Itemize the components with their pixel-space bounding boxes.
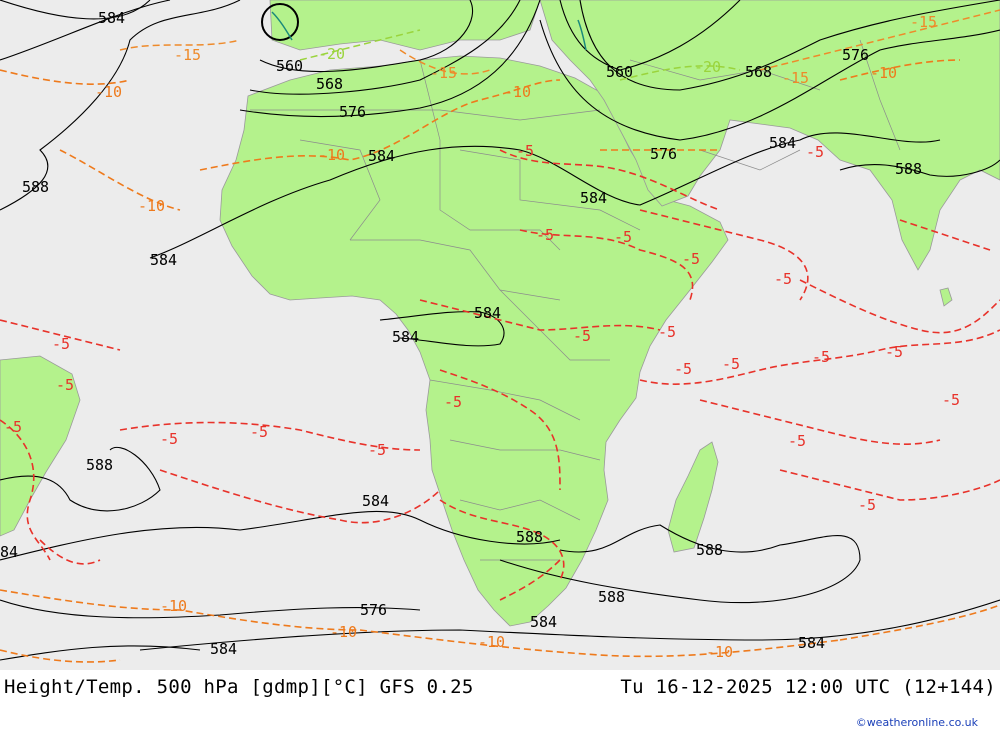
height-label: 584	[392, 328, 419, 346]
temp-label: -5	[573, 327, 591, 345]
temp-label: -5	[788, 432, 806, 450]
height-label: 560	[606, 63, 633, 81]
temp-label: -5	[444, 393, 462, 411]
height-label: 588	[598, 588, 625, 606]
temp-label: -5	[250, 423, 268, 441]
height-label: 584	[769, 134, 796, 152]
temp-label: -10	[870, 64, 897, 82]
height-label: 576	[842, 46, 869, 64]
height-label: 588	[86, 456, 113, 474]
temp-label: -5	[4, 418, 22, 436]
temp-label: -15	[174, 46, 201, 64]
height-label: 576	[339, 103, 366, 121]
temp-label: -5	[52, 335, 70, 353]
temp-label: -5	[942, 391, 960, 409]
temp-label: -20	[318, 45, 345, 63]
map-panel: 584 560 568 576 584 576 584 588 584 584 …	[0, 0, 1000, 670]
height-label: 584	[580, 189, 607, 207]
credit-link[interactable]: ©weatheronline.co.uk	[856, 716, 978, 729]
temp-label: -15	[910, 13, 937, 31]
height-label: 576	[360, 601, 387, 619]
temp-label: -10	[478, 633, 505, 651]
temp-label: -5	[516, 142, 534, 160]
height-label: 588	[895, 160, 922, 178]
height-label: 588	[22, 178, 49, 196]
height-label: 584	[798, 634, 825, 652]
height-label: 576	[650, 145, 677, 163]
height-label: 568	[316, 75, 343, 93]
temp-label: -5	[160, 430, 178, 448]
temp-label: -10	[706, 643, 733, 661]
temp-label: -5	[774, 270, 792, 288]
height-label: 584	[530, 613, 557, 631]
temp-label: -5	[56, 376, 74, 394]
height-label: 584	[210, 640, 237, 658]
temp-label: -5	[674, 360, 692, 378]
temp-label: -15	[430, 64, 457, 82]
height-label: 84	[0, 543, 18, 561]
temp-label: -5	[858, 496, 876, 514]
temp-label: -5	[806, 143, 824, 161]
temp-label: -5	[368, 441, 386, 459]
temp-label: -5	[812, 348, 830, 366]
temp-label: -5	[682, 250, 700, 268]
valid-time: Tu 16-12-2025 12:00 UTC (12+144)	[620, 676, 996, 698]
temp-label: -5	[885, 343, 903, 361]
height-label: 584	[368, 147, 395, 165]
temp-label: -20	[694, 58, 721, 76]
weather-map: 584 560 568 576 584 576 584 588 584 584 …	[0, 0, 1000, 670]
temp-label: -10	[160, 597, 187, 615]
height-label: 584	[150, 251, 177, 269]
temp-label: -5	[536, 226, 554, 244]
temp-label: -15	[782, 69, 809, 87]
height-label: 560	[276, 57, 303, 75]
height-label: 588	[516, 528, 543, 546]
height-label: 584	[98, 9, 125, 27]
temp-label: -10	[95, 83, 122, 101]
temp-label: -10	[504, 83, 531, 101]
temp-label: -5	[722, 355, 740, 373]
map-title: Height/Temp. 500 hPa [gdmp][°C] GFS 0.25	[4, 676, 474, 698]
temp-label: -10	[318, 146, 345, 164]
height-label: 584	[474, 304, 501, 322]
temp-label: -5	[658, 323, 676, 341]
height-label: 588	[696, 541, 723, 559]
height-label: 584	[362, 492, 389, 510]
height-label: 568	[745, 63, 772, 81]
temp-label: -5	[614, 228, 632, 246]
temp-label: -10	[330, 623, 357, 641]
temp-label: -10	[138, 197, 165, 215]
